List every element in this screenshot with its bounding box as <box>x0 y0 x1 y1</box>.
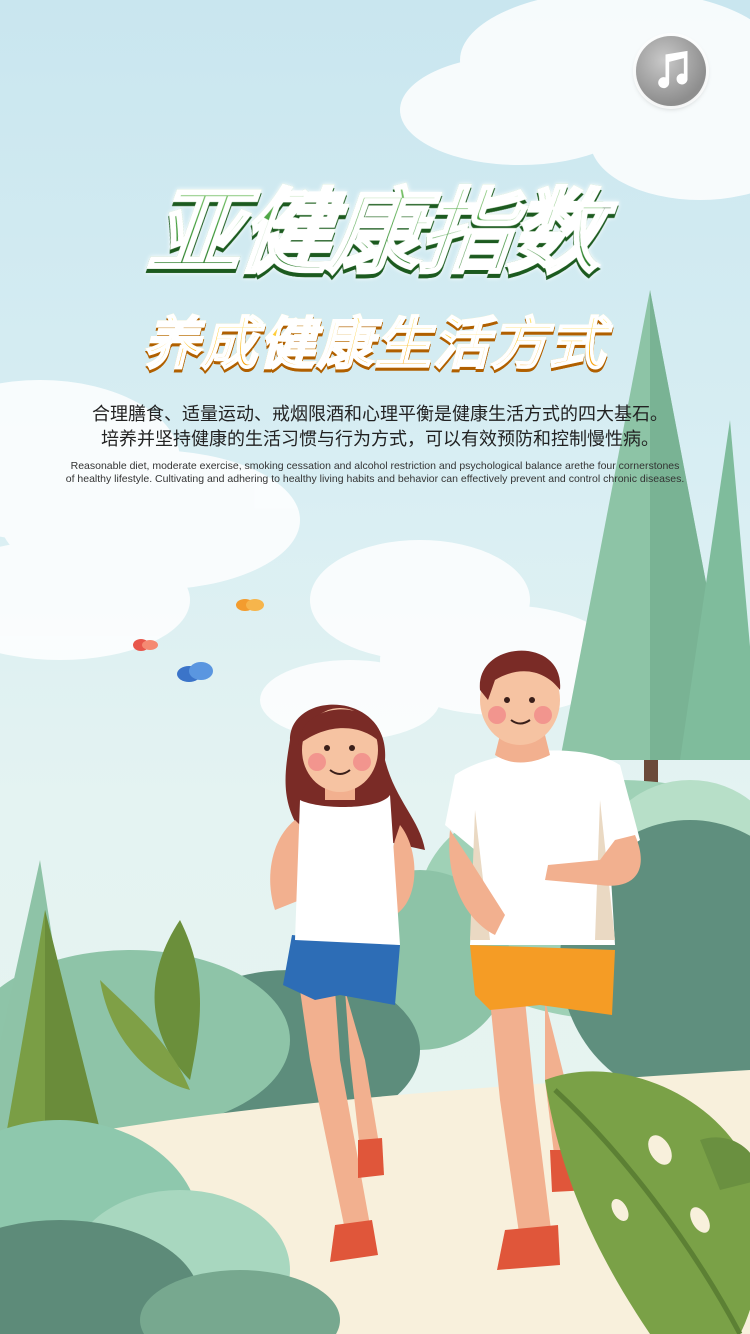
main-title: 亚健康指数 <box>143 178 607 288</box>
music-toggle-button[interactable] <box>636 36 706 106</box>
subtitle: 养成健康生活方式 <box>0 310 750 380</box>
description-en: Reasonable diet, moderate exercise, smok… <box>40 460 710 486</box>
description-cn-line1: 合理膳食、适量运动、戒烟限酒和心理平衡是健康生活方式的四大基石。 <box>92 404 668 425</box>
description-en-line2: of healthy lifestyle. Cultivating and ad… <box>65 473 685 485</box>
music-note-icon <box>658 50 688 89</box>
description-en-line1: Reasonable diet, moderate exercise, smok… <box>70 460 680 472</box>
description-cn-line2: 培养并坚持健康的生活习惯与行为方式，可以有效预防和控制慢性病。 <box>101 429 659 450</box>
poster: 亚健康指数 养成健康生活方式 合理膳食、适量运动、戒烟限酒和心理平衡是健康生活方… <box>0 0 750 1334</box>
title-block: 亚健康指数 <box>0 178 750 288</box>
description-cn: 合理膳食、适量运动、戒烟限酒和心理平衡是健康生活方式的四大基石。 培养并坚持健康… <box>60 402 700 452</box>
